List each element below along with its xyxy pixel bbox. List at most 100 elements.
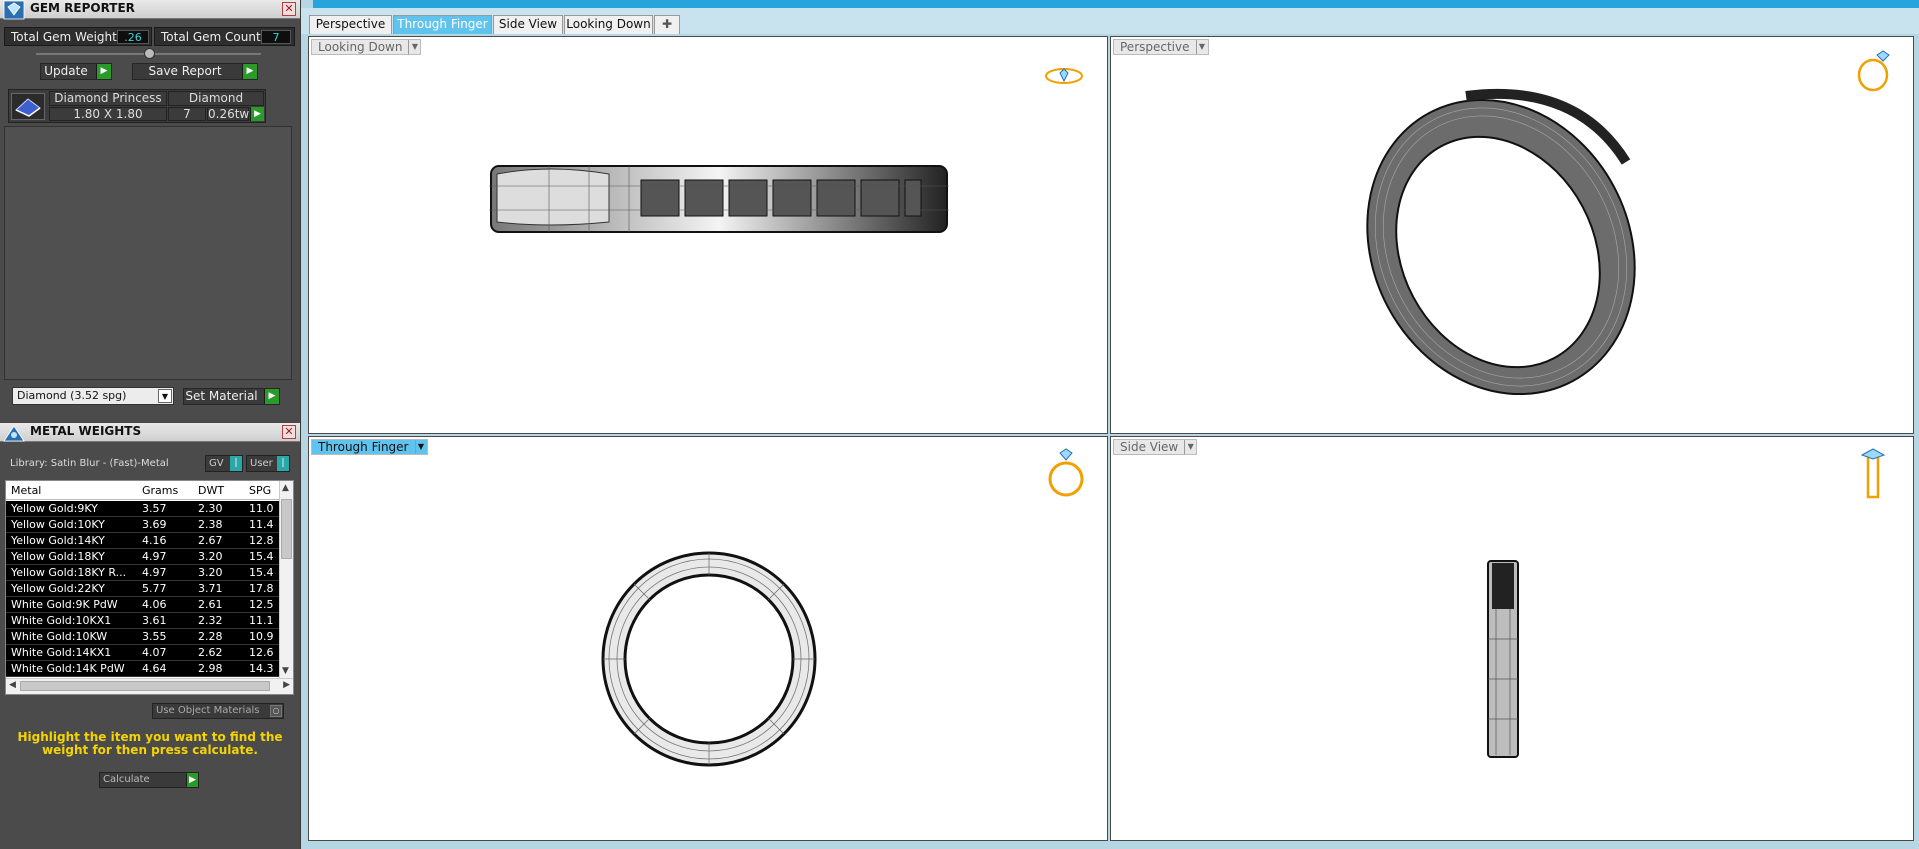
metal-spg: 15.4 bbox=[249, 566, 274, 579]
table-row[interactable]: Yellow Gold:18KY R... 4.97 3.20 15.4 bbox=[6, 565, 281, 581]
app-window: GEM REPORTER ✕ Total Gem Weight .26 Tota… bbox=[0, 0, 1919, 849]
total-gem-weight-label: Total Gem Weight bbox=[11, 30, 117, 44]
ring-side-view-model bbox=[1487, 560, 1519, 758]
vertical-scroll-thumb[interactable] bbox=[281, 499, 292, 559]
gem-row-go-icon[interactable]: ▶ bbox=[250, 107, 264, 121]
metal-dwt: 2.61 bbox=[198, 598, 223, 611]
chevron-down-icon: ▼ bbox=[414, 440, 427, 454]
material-select[interactable]: Diamond (3.52 spg) ▼ bbox=[12, 387, 174, 405]
gem-reporter-icon bbox=[3, 0, 25, 20]
metal-grams: 3.69 bbox=[142, 518, 167, 531]
table-row[interactable]: Yellow Gold:14KY 4.16 2.67 12.8 bbox=[6, 533, 281, 549]
metal-dwt: 2.28 bbox=[198, 630, 223, 643]
gem-header-type: Diamond Princess bbox=[49, 91, 167, 106]
tab-side-view[interactable]: Side View bbox=[493, 15, 563, 34]
update-button[interactable]: Update ▶ bbox=[40, 63, 112, 80]
viewport-side-view[interactable]: Side View ▼ bbox=[1110, 436, 1914, 841]
table-row[interactable]: White Gold:10KX1 3.61 2.32 11.1 bbox=[6, 613, 281, 629]
metal-dwt: 2.62 bbox=[198, 646, 223, 659]
metal-dwt: 2.32 bbox=[198, 614, 223, 627]
gem-reporter-close-icon[interactable]: ✕ bbox=[282, 2, 296, 16]
vertical-scrollbar[interactable]: ▲ ▼ bbox=[279, 481, 293, 678]
viewport-looking-down-label[interactable]: Looking Down ▼ bbox=[311, 39, 422, 55]
diamond-princess-icon bbox=[15, 98, 41, 117]
tab-looking-down[interactable]: Looking Down bbox=[564, 15, 653, 34]
table-row[interactable]: White Gold:9K PdW 4.06 2.61 12.5 bbox=[6, 597, 281, 613]
table-row[interactable]: Yellow Gold:22KY 5.77 3.71 17.8 bbox=[6, 581, 281, 597]
viewport-area: Perspective Through Finger Side View Loo… bbox=[301, 0, 1919, 849]
user-toggle[interactable]: User | bbox=[246, 455, 290, 472]
chevron-down-icon: ▼ bbox=[158, 389, 172, 403]
metal-spg: 14.3 bbox=[249, 662, 274, 675]
material-select-value: Diamond (3.52 spg) bbox=[17, 389, 127, 402]
command-bar[interactable] bbox=[313, 0, 1919, 8]
col-spg: SPG bbox=[249, 484, 272, 497]
scale-icon bbox=[3, 425, 25, 442]
metal-spg: 11.0 bbox=[249, 502, 274, 515]
scroll-down-icon[interactable]: ▼ bbox=[282, 666, 289, 676]
metal-grams: 4.07 bbox=[142, 646, 167, 659]
metal-name: White Gold:14K PdW bbox=[11, 662, 125, 675]
calculate-hint: Highlight the item you want to find the … bbox=[17, 730, 283, 757]
save-report-button[interactable]: Save Report ▶ bbox=[132, 63, 258, 80]
metal-grams: 3.57 bbox=[142, 502, 167, 515]
metal-name: Yellow Gold:14KY bbox=[11, 534, 105, 547]
update-go-icon: ▶ bbox=[96, 64, 111, 79]
gem-list-row[interactable]: Diamond Princess Diamond 1.80 X 1.80 7 0… bbox=[8, 89, 266, 123]
viewport-through-finger[interactable]: Through Finger ▼ bbox=[308, 436, 1108, 841]
metal-spg: 12.8 bbox=[249, 534, 274, 547]
horizontal-scroll-thumb[interactable] bbox=[20, 681, 270, 691]
col-metal: Metal bbox=[11, 484, 42, 497]
scroll-right-icon[interactable]: ▶ bbox=[283, 680, 290, 690]
metal-grams: 3.61 bbox=[142, 614, 167, 627]
viewport-perspective[interactable]: Perspective ▼ bbox=[1110, 36, 1914, 434]
table-row[interactable]: Yellow Gold:18KY 4.97 3.20 15.4 bbox=[6, 549, 281, 565]
total-gem-count: Total Gem Count 7 bbox=[154, 27, 295, 46]
save-report-button-label: Save Report bbox=[148, 64, 222, 78]
scroll-up-icon[interactable]: ▲ bbox=[282, 483, 289, 493]
metal-grams: 4.06 bbox=[142, 598, 167, 611]
viewport-side-view-title: Side View bbox=[1120, 440, 1179, 454]
table-row[interactable]: Yellow Gold:10KY 3.69 2.38 11.4 bbox=[6, 517, 281, 533]
table-row[interactable]: White Gold:14KX1 4.07 2.62 12.6 bbox=[6, 645, 281, 661]
gv-toggle[interactable]: GV | bbox=[205, 455, 243, 472]
metal-dwt: 2.30 bbox=[198, 502, 223, 515]
metal-weights-table[interactable]: Metal Grams DWT SPG Yellow Gold:9KY 3.57 2… bbox=[5, 480, 294, 695]
metal-grams: 4.97 bbox=[142, 566, 167, 579]
gem-header-material: Diamond bbox=[168, 91, 264, 106]
table-row[interactable]: White Gold:14K PdW 4.64 2.98 14.3 bbox=[6, 661, 281, 677]
use-object-materials-toggle[interactable]: Use Object Materials ○ bbox=[152, 703, 284, 719]
table-row[interactable]: White Gold:10KW 3.55 2.28 10.9 bbox=[6, 629, 281, 645]
table-row[interactable]: Yellow Gold:9KY 3.57 2.30 11.0 bbox=[6, 501, 281, 517]
gem-slider-handle[interactable] bbox=[144, 48, 155, 59]
metal-name: Yellow Gold:18KY R... bbox=[11, 566, 127, 579]
calculate-button[interactable]: Calculate ▶ bbox=[99, 772, 199, 788]
gem-count: 7 bbox=[168, 107, 206, 121]
metal-name: Yellow Gold:22KY bbox=[11, 582, 105, 595]
save-report-go-icon: ▶ bbox=[242, 64, 257, 79]
update-button-label: Update bbox=[44, 64, 88, 78]
col-grams: Grams bbox=[142, 484, 179, 497]
ring-front-view-model bbox=[601, 551, 817, 767]
viewport-through-finger-title: Through Finger bbox=[318, 440, 409, 454]
metal-library: Library: Satin Blur - (Fast)-Metal bbox=[10, 458, 169, 469]
metal-spg: 11.1 bbox=[249, 614, 274, 627]
set-material-button[interactable]: Set Material ▶ bbox=[183, 388, 280, 405]
horizontal-scrollbar[interactable]: ◀ ▶ bbox=[6, 678, 293, 694]
metal-grams: 4.97 bbox=[142, 550, 167, 563]
ring-perspective-model bbox=[1366, 88, 1636, 396]
viewport-through-finger-label[interactable]: Through Finger ▼ bbox=[311, 439, 428, 455]
scroll-left-icon[interactable]: ◀ bbox=[9, 680, 16, 690]
viewport-perspective-label[interactable]: Perspective ▼ bbox=[1113, 39, 1209, 55]
metal-weights-close-icon[interactable]: ✕ bbox=[282, 425, 296, 439]
add-tab-icon[interactable]: ✚ bbox=[654, 15, 680, 34]
viewport-side-view-label[interactable]: Side View ▼ bbox=[1113, 439, 1198, 455]
tab-perspective[interactable]: Perspective bbox=[309, 15, 392, 34]
metal-grams: 5.77 bbox=[142, 582, 167, 595]
tab-through-finger[interactable]: Through Finger bbox=[393, 15, 492, 34]
metal-grams: 3.55 bbox=[142, 630, 167, 643]
metal-name: White Gold:9K PdW bbox=[11, 598, 118, 611]
ring-orientation-side-icon bbox=[1860, 448, 1886, 499]
set-material-button-label: Set Material bbox=[185, 389, 258, 403]
viewport-looking-down[interactable]: Looking Down ▼ bbox=[308, 36, 1108, 434]
